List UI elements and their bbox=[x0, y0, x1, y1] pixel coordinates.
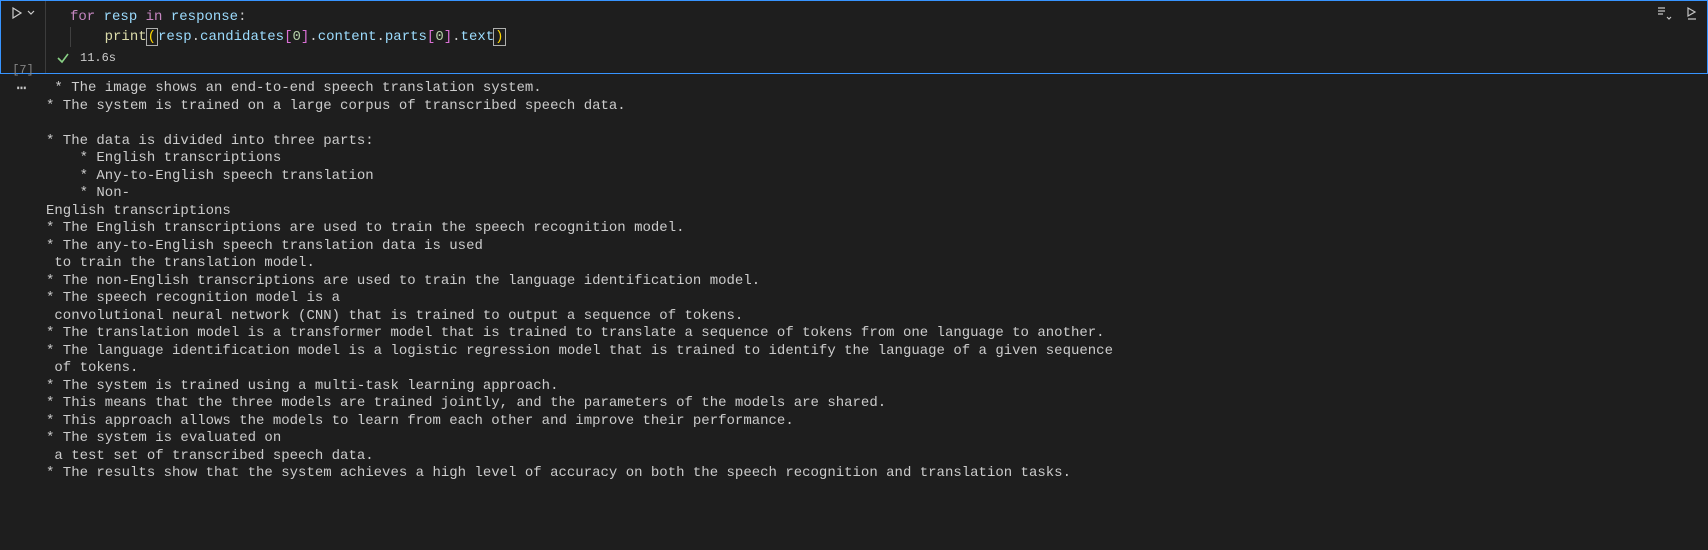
play-icon bbox=[11, 7, 23, 19]
execute-cell-button[interactable] bbox=[1681, 3, 1703, 25]
run-by-line-icon bbox=[1656, 6, 1672, 22]
prop-text: text bbox=[461, 29, 495, 45]
fn-print: print bbox=[105, 29, 147, 45]
code-cell: [7] for resp in response: print(resp.can… bbox=[0, 0, 1708, 74]
output-gutter: ⋯ bbox=[0, 80, 44, 483]
output-menu-button[interactable]: ⋯ bbox=[17, 82, 28, 483]
paren-close: ) bbox=[493, 28, 505, 46]
num-zero: 0 bbox=[435, 29, 443, 45]
output-text[interactable]: * The image shows an end-to-end speech t… bbox=[44, 80, 1708, 483]
colon: : bbox=[238, 9, 246, 25]
check-icon bbox=[56, 51, 70, 65]
keyword-in: in bbox=[146, 9, 163, 25]
var-resp: resp bbox=[158, 29, 192, 45]
var-response: response bbox=[171, 9, 238, 25]
var-resp: resp bbox=[104, 9, 138, 25]
cell-toolbar bbox=[1653, 3, 1703, 25]
cell-output: ⋯ * The image shows an end-to-end speech… bbox=[0, 74, 1708, 483]
paren-open: ( bbox=[146, 28, 158, 46]
execution-count: [7] bbox=[12, 63, 34, 77]
run-cell-button[interactable] bbox=[11, 7, 35, 19]
execute-below-icon bbox=[1684, 6, 1700, 22]
code-line-2[interactable]: print(resp.candidates[0].content.parts[0… bbox=[46, 27, 1707, 47]
chevron-down-icon bbox=[27, 9, 35, 17]
code-line-1[interactable]: for resp in response: bbox=[46, 7, 1707, 27]
cell-status: 11.6s bbox=[46, 47, 1707, 69]
num-zero: 0 bbox=[292, 29, 300, 45]
bracket-close: ] bbox=[444, 29, 452, 45]
keyword-for: for bbox=[70, 9, 95, 25]
run-by-line-button[interactable] bbox=[1653, 3, 1675, 25]
prop-content: content bbox=[318, 29, 377, 45]
prop-parts: parts bbox=[385, 29, 427, 45]
cell-gutter: [7] bbox=[1, 1, 45, 73]
prop-candidates: candidates bbox=[200, 29, 284, 45]
code-editor[interactable]: for resp in response: print(resp.candida… bbox=[45, 1, 1707, 73]
execution-time: 11.6s bbox=[80, 51, 116, 65]
